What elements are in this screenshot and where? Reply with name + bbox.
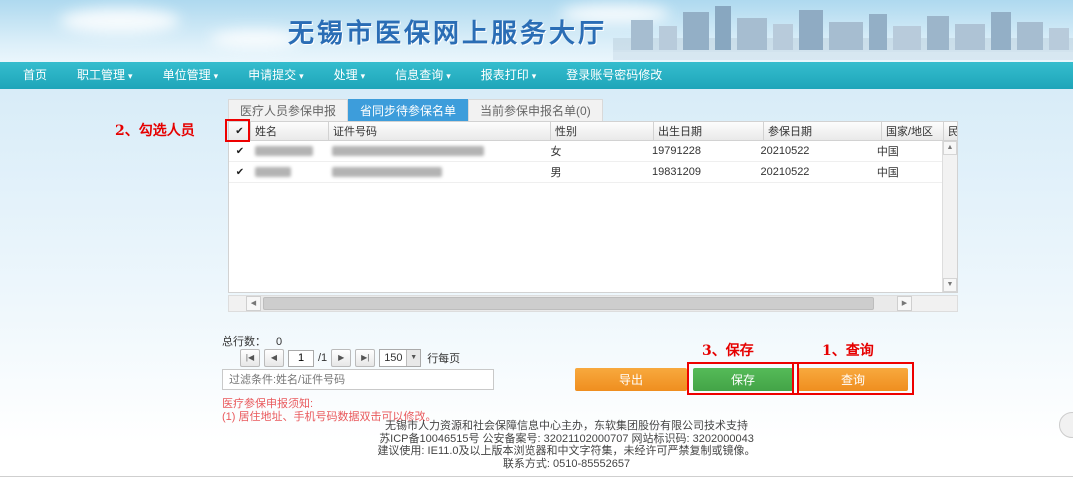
- hscroll-track[interactable]: [261, 296, 897, 311]
- query-button[interactable]: 查询: [798, 368, 908, 391]
- select-all-checkbox[interactable]: ✔: [235, 126, 243, 137]
- page-number-input[interactable]: [288, 350, 314, 367]
- total-rows-value: 0: [276, 336, 282, 348]
- scroll-left-icon[interactable]: ◀: [246, 296, 261, 311]
- page-size-select[interactable]: 150 ▼: [379, 349, 421, 367]
- column-header-birth-date[interactable]: 出生日期: [654, 122, 764, 140]
- cloud-decoration: [60, 8, 180, 34]
- footer-line-contact: 联系方式: 0510-85552657: [30, 458, 1073, 471]
- page-footer: 无锡市人力资源和社会保障信息中心主办，东软集团股份有限公司技术支持 苏ICP备1…: [30, 420, 1073, 470]
- row-checkbox[interactable]: ✔: [236, 167, 244, 178]
- notice-title: 医疗参保申报须知:: [222, 398, 437, 411]
- footer-line-icp: 苏ICP备10046515号 公安备案号: 32021102000707 网站标…: [30, 433, 1073, 446]
- cell-birth-date: 19831209: [648, 162, 756, 182]
- horizontal-scrollbar[interactable]: ◀ ▶: [246, 296, 912, 311]
- nav-item-report-print[interactable]: 报表打印▾: [466, 62, 552, 89]
- nav-item-apply-submit[interactable]: 申请提交▾: [233, 62, 319, 89]
- chevron-down-icon: ▾: [361, 71, 366, 81]
- per-page-label: 行每页: [427, 350, 460, 366]
- table-row[interactable]: ✔ 男 19831209 20210522 中国: [229, 162, 942, 183]
- cell-country: 中国: [873, 162, 934, 182]
- vertical-scrollbar[interactable]: ▲ ▼: [942, 141, 957, 292]
- row-checkbox[interactable]: ✔: [236, 146, 244, 157]
- scroll-down-icon[interactable]: ▼: [943, 278, 957, 292]
- select-arrow-icon: ▼: [406, 350, 420, 366]
- last-page-button[interactable]: ▶|: [355, 349, 375, 367]
- nav-item-info-query[interactable]: 信息查询▾: [380, 62, 466, 89]
- chevron-down-icon: ▾: [299, 71, 304, 81]
- page-total-label: /1: [318, 352, 327, 364]
- table-body: ✔ 女 19791228 20210522 中国 ✔ 男 19831209 20…: [228, 141, 958, 293]
- chevron-down-icon: ▾: [532, 71, 537, 81]
- site-title: 无锡市医保网上服务大厅: [288, 13, 607, 50]
- column-header-gender[interactable]: 性别: [551, 122, 654, 140]
- redacted-name: [255, 167, 291, 177]
- cell-country: 中国: [873, 141, 934, 161]
- footer-line-host: 无锡市人力资源和社会保障信息中心主办，东软集团股份有限公司技术支持: [30, 420, 1073, 433]
- total-rows-label: 总行数：: [222, 336, 266, 348]
- cell-birth-date: 19791228: [648, 141, 756, 161]
- nav-item-home[interactable]: 首页: [8, 62, 62, 89]
- column-header-ethnicity[interactable]: 民族: [944, 122, 957, 140]
- nav-item-employee-mgmt[interactable]: 职工管理▾: [62, 62, 148, 89]
- bottom-divider: [0, 476, 1073, 477]
- table-header: ✔ 姓名 证件号码 性别 出生日期 参保日期 国家/地区 民族: [228, 121, 958, 141]
- cloud-decoration: [210, 30, 300, 48]
- header-banner: 无锡市医保网上服务大厅: [0, 0, 1073, 62]
- redacted-name: [255, 146, 313, 156]
- nav-item-process[interactable]: 处理▾: [319, 62, 381, 89]
- tab-province-sync-pending-list[interactable]: 省同步待参保名单: [348, 99, 468, 121]
- filter-input[interactable]: [222, 369, 494, 390]
- tab-current-declare-list[interactable]: 当前参保申报名单(0): [468, 99, 603, 121]
- column-header-enroll-date[interactable]: 参保日期: [764, 122, 882, 140]
- annotation-step1: 1、查询: [822, 340, 874, 360]
- footer-line-browser: 建议使用: IE11.0及以上版本浏览器和中文字符集，未经许可严禁复制或镜像。: [30, 445, 1073, 458]
- first-page-button[interactable]: |◀: [240, 349, 260, 367]
- column-header-id-number[interactable]: 证件号码: [329, 122, 551, 140]
- nav-item-unit-mgmt[interactable]: 单位管理▾: [148, 62, 234, 89]
- scroll-up-icon[interactable]: ▲: [943, 141, 957, 155]
- chevron-down-icon: ▾: [214, 71, 219, 81]
- annotation-step2: 2、勾选人员: [115, 120, 195, 140]
- prev-page-button[interactable]: ◀: [264, 349, 284, 367]
- city-skyline-image: [613, 4, 1073, 60]
- tab-medical-enrollment-declare[interactable]: 医疗人员参保申报: [228, 99, 348, 121]
- scroll-right-icon[interactable]: ▶: [897, 296, 912, 311]
- total-rows: 总行数： 0: [222, 333, 282, 349]
- tab-bar: 医疗人员参保申报 省同步待参保名单 当前参保申报名单(0): [228, 99, 603, 121]
- redacted-id-number: [332, 146, 484, 156]
- annotation-step3: 3、保存: [702, 340, 754, 360]
- main-nav: 首页 职工管理▾ 单位管理▾ 申请提交▾ 处理▾ 信息查询▾ 报表打印▾ 登录账…: [0, 62, 1073, 89]
- page-size-value: 150: [380, 352, 406, 364]
- save-button[interactable]: 保存: [693, 368, 793, 391]
- export-button[interactable]: 导出: [575, 368, 687, 391]
- redacted-id-number: [332, 167, 442, 177]
- pagination-bar: |◀ ◀ /1 ▶ ▶| 150 ▼ 行每页: [240, 349, 460, 367]
- column-header-name[interactable]: 姓名: [251, 122, 329, 140]
- nav-item-account-password[interactable]: 登录账号密码修改: [551, 62, 677, 89]
- chevron-down-icon: ▾: [446, 71, 451, 81]
- next-page-button[interactable]: ▶: [331, 349, 351, 367]
- hscroll-thumb[interactable]: [263, 297, 874, 310]
- chevron-down-icon: ▾: [128, 71, 133, 81]
- cell-gender: 女: [546, 141, 648, 161]
- cell-enroll-date: 20210522: [756, 162, 872, 182]
- cell-enroll-date: 20210522: [756, 141, 872, 161]
- cell-gender: 男: [546, 162, 648, 182]
- column-header-country[interactable]: 国家/地区: [882, 122, 944, 140]
- table-row[interactable]: ✔ 女 19791228 20210522 中国: [229, 141, 942, 162]
